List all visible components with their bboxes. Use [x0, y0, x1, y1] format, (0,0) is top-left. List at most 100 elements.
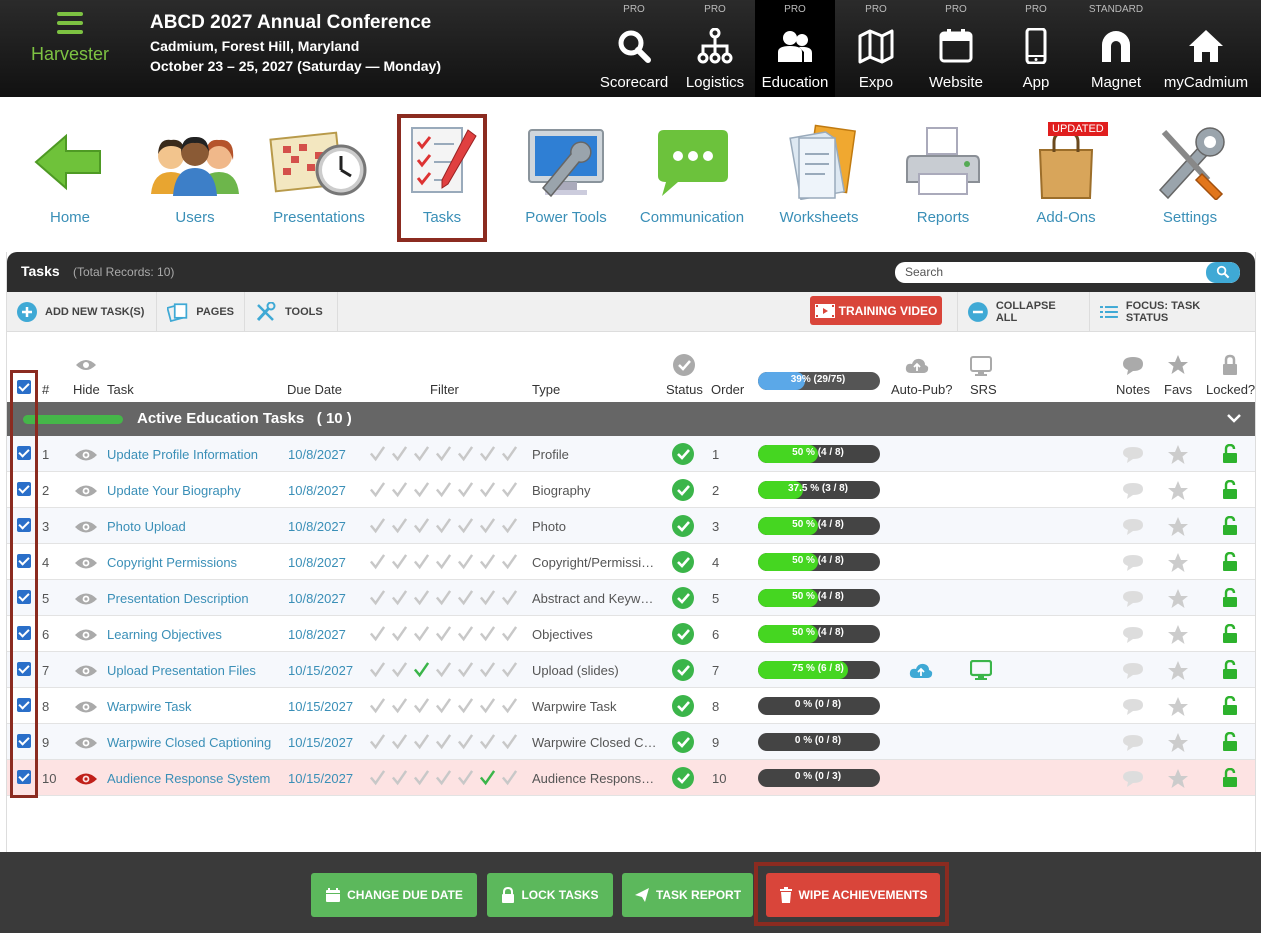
- status-check-icon[interactable]: [672, 443, 694, 465]
- unlock-icon[interactable]: [1222, 588, 1238, 608]
- task-link[interactable]: Update Profile Information: [107, 447, 258, 462]
- col-due-date[interactable]: Due Date: [287, 382, 342, 397]
- eye-icon[interactable]: [74, 628, 98, 642]
- filter-check-icon[interactable]: [391, 481, 408, 498]
- filter-check-icon[interactable]: [369, 661, 386, 678]
- filter-check-icon[interactable]: [391, 553, 408, 570]
- filter-check-icon[interactable]: [501, 445, 518, 462]
- filter-check-icon[interactable]: [501, 589, 518, 606]
- filter-check-icon[interactable]: [391, 733, 408, 750]
- star-icon[interactable]: [1167, 444, 1189, 466]
- comment-icon[interactable]: [1122, 662, 1144, 680]
- filter-check-icon[interactable]: [457, 517, 474, 534]
- task-link[interactable]: Update Your Biography: [107, 483, 241, 498]
- add-task-button[interactable]: ADD NEW TASK(S): [7, 292, 157, 331]
- filter-check-icon[interactable]: [369, 697, 386, 714]
- status-check-icon[interactable]: [672, 695, 694, 717]
- filter-check-icon[interactable]: [501, 481, 518, 498]
- unlock-icon[interactable]: [1222, 768, 1238, 788]
- filter-check-icon[interactable]: [435, 733, 452, 750]
- filter-check-icon[interactable]: [457, 661, 474, 678]
- due-date-link[interactable]: 10/8/2027: [288, 555, 346, 570]
- filter-check-icon[interactable]: [435, 661, 452, 678]
- filter-check-icon[interactable]: [435, 553, 452, 570]
- unlock-icon[interactable]: [1222, 732, 1238, 752]
- filter-check-icon[interactable]: [457, 553, 474, 570]
- filter-check-icon[interactable]: [479, 733, 496, 750]
- search-box[interactable]: Search: [895, 262, 1240, 283]
- group-header[interactable]: Active Education Tasks ( 10 ): [7, 402, 1255, 436]
- training-video-button[interactable]: TRAINING VIDEO: [810, 296, 942, 325]
- table-row[interactable]: 3 Photo Upload 10/8/2027 Photo 3 50 % (4 / 8): [7, 508, 1255, 544]
- filter-check-icon[interactable]: [479, 697, 496, 714]
- table-row[interactable]: 6 Learning Objectives 10/8/2027 Objectives 6…: [7, 616, 1255, 652]
- nav-settings[interactable]: Settings: [1128, 110, 1252, 226]
- lock-tasks-button[interactable]: LOCK TASKS: [487, 873, 613, 917]
- filter-check-icon[interactable]: [369, 517, 386, 534]
- module-logistics[interactable]: PRO Logistics: [675, 0, 755, 97]
- filter-check-icon[interactable]: [457, 589, 474, 606]
- comment-icon[interactable]: [1122, 446, 1144, 464]
- due-date-link[interactable]: 10/15/2027: [288, 735, 353, 750]
- filter-check-icon[interactable]: [413, 733, 430, 750]
- filter-check-icon[interactable]: [457, 733, 474, 750]
- filter-check-icon[interactable]: [391, 769, 408, 786]
- eye-icon[interactable]: [74, 520, 98, 534]
- filter-check-icon[interactable]: [479, 661, 496, 678]
- filter-check-icon[interactable]: [413, 553, 430, 570]
- due-date-link[interactable]: 10/15/2027: [288, 663, 353, 678]
- module-website[interactable]: PRO Website: [916, 0, 996, 97]
- star-icon[interactable]: [1167, 696, 1189, 718]
- filter-check-icon[interactable]: [501, 517, 518, 534]
- task-link[interactable]: Warpwire Closed Captioning: [107, 735, 271, 750]
- col-order[interactable]: Order: [711, 382, 744, 397]
- comment-icon[interactable]: [1122, 698, 1144, 716]
- search-button[interactable]: [1206, 262, 1240, 283]
- due-date-link[interactable]: 10/8/2027: [288, 627, 346, 642]
- unlock-icon[interactable]: [1222, 660, 1238, 680]
- task-report-button[interactable]: TASK REPORT: [622, 873, 753, 917]
- filter-check-icon[interactable]: [457, 481, 474, 498]
- due-date-link[interactable]: 10/8/2027: [288, 591, 346, 606]
- task-link[interactable]: Upload Presentation Files: [107, 663, 256, 678]
- filter-check-icon[interactable]: [391, 517, 408, 534]
- task-link[interactable]: Photo Upload: [107, 519, 186, 534]
- table-row[interactable]: 5 Presentation Description 10/8/2027 Abstra…: [7, 580, 1255, 616]
- filter-check-icon[interactable]: [435, 625, 452, 642]
- filter-check-icon[interactable]: [391, 589, 408, 606]
- task-link[interactable]: Learning Objectives: [107, 627, 222, 642]
- due-date-link[interactable]: 10/8/2027: [288, 519, 346, 534]
- module-education[interactable]: PRO Education: [755, 0, 835, 97]
- table-row[interactable]: 8 Warpwire Task 10/15/2027 Warpwire Task 8 0 …: [7, 688, 1255, 724]
- comment-icon[interactable]: [1122, 626, 1144, 644]
- unlock-icon[interactable]: [1222, 444, 1238, 464]
- eye-icon[interactable]: [74, 736, 98, 750]
- filter-check-icon[interactable]: [457, 769, 474, 786]
- eye-icon[interactable]: [74, 448, 98, 462]
- filter-check-icon[interactable]: [391, 661, 408, 678]
- unlock-icon[interactable]: [1222, 480, 1238, 500]
- module-scorecard[interactable]: PRO Scorecard: [594, 0, 674, 97]
- module-magnet[interactable]: STANDARD Magnet: [1076, 0, 1156, 97]
- nav-add-ons[interactable]: UPDATED Add-Ons: [1004, 110, 1128, 226]
- col-task[interactable]: Task: [107, 382, 134, 397]
- filter-check-icon[interactable]: [413, 481, 430, 498]
- col-type[interactable]: Type: [532, 382, 560, 397]
- due-date-link[interactable]: 10/8/2027: [288, 483, 346, 498]
- filter-check-icon[interactable]: [479, 517, 496, 534]
- filter-check-icon[interactable]: [479, 625, 496, 642]
- filter-check-icon[interactable]: [391, 697, 408, 714]
- star-icon[interactable]: [1167, 480, 1189, 502]
- collapse-all-button[interactable]: COLLAPSE ALL: [957, 292, 1090, 331]
- filter-check-icon[interactable]: [501, 625, 518, 642]
- status-check-icon[interactable]: [672, 623, 694, 645]
- filter-check-icon[interactable]: [501, 697, 518, 714]
- star-icon[interactable]: [1167, 768, 1189, 790]
- unlock-icon[interactable]: [1222, 696, 1238, 716]
- filter-check-icon[interactable]: [413, 445, 430, 462]
- status-check-icon[interactable]: [672, 767, 694, 789]
- app-logo[interactable]: Harvester: [14, 12, 126, 65]
- nav-home[interactable]: Home: [8, 110, 132, 226]
- filter-check-icon[interactable]: [501, 769, 518, 786]
- filter-check-icon[interactable]: [501, 661, 518, 678]
